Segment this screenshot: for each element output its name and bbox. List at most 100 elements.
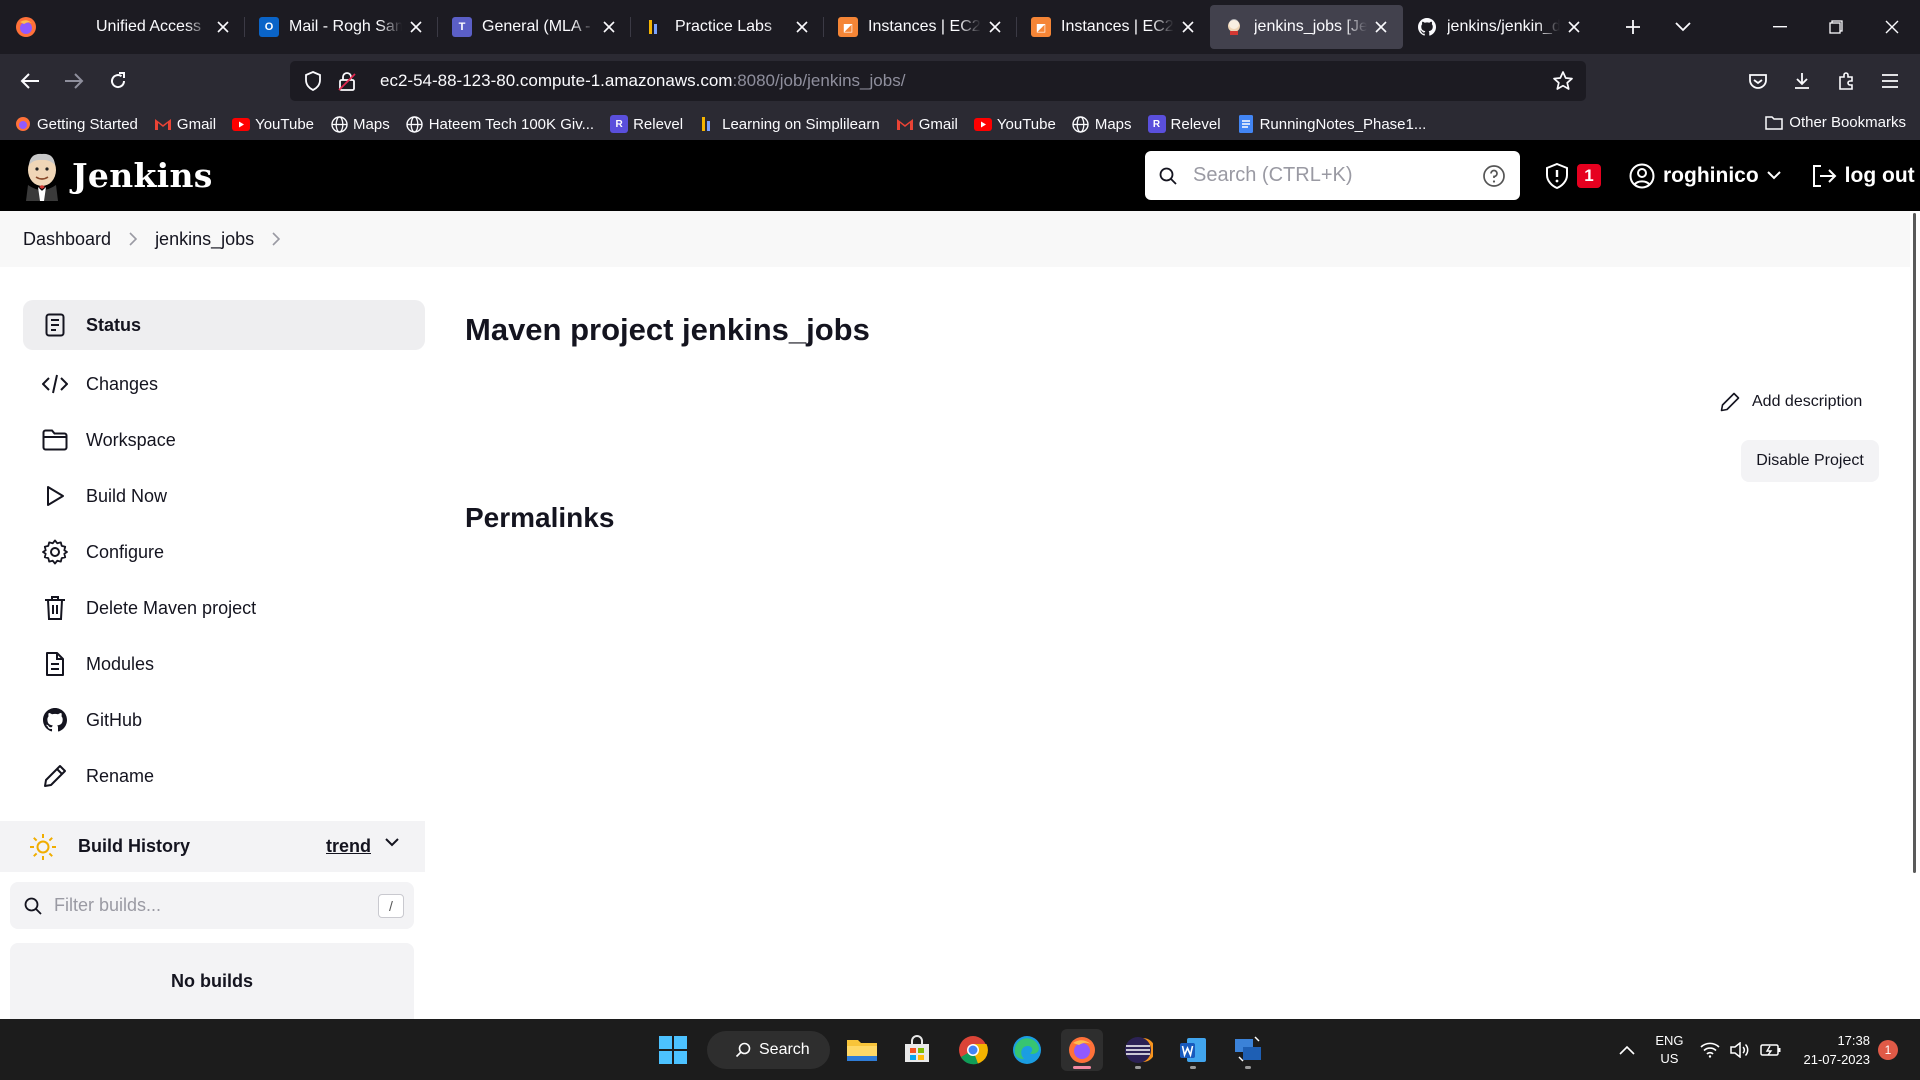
close-tab-icon[interactable] <box>1564 17 1584 37</box>
remote-desktop-icon[interactable] <box>1227 1029 1269 1071</box>
filter-builds-input[interactable] <box>54 895 414 916</box>
security-count-badge: 1 <box>1577 163 1601 188</box>
globe-icon <box>1072 115 1090 133</box>
restore-window-icon[interactable] <box>1808 0 1864 54</box>
close-tab-icon[interactable] <box>213 17 233 37</box>
bookmark-item[interactable]: R Relevel <box>1147 115 1221 133</box>
browser-tab[interactable]: ◩ Instances | EC2 Ma <box>824 5 1017 49</box>
url-path: :8080/job/jenkins_jobs/ <box>732 71 906 90</box>
downloads-icon[interactable] <box>1780 61 1824 101</box>
task-modules[interactable]: Modules <box>23 636 425 692</box>
insecure-lock-icon[interactable] <box>330 71 364 91</box>
windows-start-icon[interactable] <box>652 1029 694 1071</box>
wifi-icon[interactable] <box>1699 1042 1720 1058</box>
battery-charging-icon[interactable] <box>1759 1042 1782 1058</box>
other-bookmarks[interactable]: Other Bookmarks <box>1765 114 1906 131</box>
bookmark-item[interactable]: Learning on Simplilearn <box>699 115 880 133</box>
bookmark-item[interactable]: Gmail <box>896 115 958 133</box>
bookmark-item[interactable]: Hateem Tech 100K Giv... <box>406 115 594 133</box>
shield-alert-icon <box>1545 162 1569 189</box>
task-workspace[interactable]: Workspace <box>23 412 425 468</box>
browser-tab[interactable]: Practice Labs <box>631 5 824 49</box>
close-tab-icon[interactable] <box>792 17 812 37</box>
search-input[interactable] <box>1193 164 1482 187</box>
breadcrumb-dashboard[interactable]: Dashboard <box>23 229 111 250</box>
jenkins-search-box[interactable] <box>1145 151 1520 200</box>
relevel-icon: R <box>610 115 629 133</box>
url-bar[interactable]: ec2-54-88-123-80.compute-1.amazonaws.com… <box>290 61 1586 101</box>
breadcrumb-job[interactable]: jenkins_jobs <box>155 229 254 250</box>
list-tabs-chevron-icon[interactable] <box>1658 5 1708 49</box>
task-delete-project[interactable]: Delete Maven project <box>23 580 425 636</box>
logout-link[interactable]: log out <box>1811 164 1915 188</box>
bookmark-item[interactable]: Maps <box>1072 115 1132 133</box>
chevron-down-icon[interactable] <box>385 838 399 847</box>
build-filter-box[interactable]: / <box>10 882 414 929</box>
build-history-title: Build History <box>78 836 191 856</box>
close-tab-icon[interactable] <box>1371 17 1391 37</box>
reload-icon[interactable] <box>96 61 140 101</box>
close-tab-icon[interactable] <box>406 17 426 37</box>
bookmark-item[interactable]: R Relevel <box>610 115 683 133</box>
task-configure[interactable]: Configure <box>23 524 425 580</box>
bookmark-item[interactable]: Getting Started <box>14 115 138 133</box>
close-window-icon[interactable] <box>1864 0 1920 54</box>
hamburger-menu-icon[interactable] <box>1868 61 1912 101</box>
task-changes[interactable]: Changes <box>23 356 425 412</box>
notification-count-badge[interactable]: 1 <box>1878 1039 1898 1060</box>
help-question-icon[interactable] <box>1482 164 1506 188</box>
bookmark-item[interactable]: Maps <box>330 115 390 133</box>
security-monitor-button[interactable]: 1 <box>1545 162 1601 189</box>
minimize-window-icon[interactable] <box>1752 0 1808 54</box>
tracking-protection-shield-icon[interactable] <box>296 71 330 91</box>
disable-project-button[interactable]: Disable Project <box>1741 440 1879 482</box>
close-tab-icon[interactable] <box>985 17 1005 37</box>
microsoft-store-icon[interactable] <box>896 1029 938 1071</box>
clock[interactable]: 17:38 21-07-2023 <box>1804 1031 1871 1069</box>
browser-tab[interactable]: T General (MLA - Ph <box>438 5 631 49</box>
task-rename[interactable]: Rename <box>23 748 425 804</box>
firefox-taskbar-icon[interactable] <box>1061 1029 1103 1071</box>
back-arrow-icon[interactable] <box>8 61 52 101</box>
extensions-puzzle-icon[interactable] <box>1824 61 1868 101</box>
word-icon[interactable] <box>1172 1029 1214 1071</box>
bookmark-item[interactable]: YouTube <box>232 115 314 133</box>
language-indicator[interactable]: ENG US <box>1655 1032 1683 1068</box>
new-tab-plus-icon[interactable] <box>1608 5 1658 49</box>
page-scrollbar-thumb[interactable] <box>1913 213 1916 873</box>
chevron-right-icon[interactable] <box>272 232 281 246</box>
pocket-icon[interactable] <box>1736 61 1780 101</box>
volume-icon[interactable] <box>1729 1041 1750 1058</box>
add-description-link[interactable]: Add description <box>1720 392 1862 412</box>
task-status[interactable]: Status <box>23 300 425 350</box>
username: roghinico <box>1663 163 1759 187</box>
close-tab-icon[interactable] <box>599 17 619 37</box>
bookmark-star-icon[interactable] <box>1552 70 1574 92</box>
edge-icon[interactable] <box>1006 1029 1048 1071</box>
browser-tab-active[interactable]: jenkins_jobs [Jenki <box>1210 5 1403 49</box>
user-menu[interactable]: roghinico <box>1629 163 1781 189</box>
task-label: Changes <box>86 373 159 394</box>
taskbar-search[interactable]: Search <box>707 1031 830 1069</box>
bookmark-item[interactable]: RunningNotes_Phase1... <box>1237 115 1426 133</box>
google-docs-icon <box>1237 115 1255 133</box>
task-label: GitHub <box>86 709 143 730</box>
chrome-icon[interactable] <box>952 1029 994 1071</box>
chevron-up-icon[interactable] <box>1619 1045 1635 1055</box>
browser-tab[interactable]: jenkins/jenkin_dem <box>1403 5 1596 49</box>
eclipse-icon[interactable] <box>1117 1029 1159 1071</box>
bookmark-item[interactable]: YouTube <box>973 115 1056 133</box>
browser-tab[interactable]: Unified Access <box>52 5 245 49</box>
bookmark-item[interactable]: Gmail <box>154 115 216 133</box>
tab-title: Instances | EC2 Ma <box>1061 18 1174 35</box>
file-explorer-icon[interactable] <box>841 1029 883 1071</box>
browser-tab[interactable]: ◩ Instances | EC2 Ma <box>1017 5 1210 49</box>
browser-tab[interactable]: O Mail - Rogh Samir <box>245 5 438 49</box>
task-github[interactable]: GitHub <box>23 692 425 748</box>
jenkins-home-link[interactable]: Jenkins <box>22 151 213 201</box>
build-history-trend-link[interactable]: trend <box>326 836 371 857</box>
close-tab-icon[interactable] <box>1178 17 1198 37</box>
firefox-menu-icon[interactable] <box>0 0 52 54</box>
task-build-now[interactable]: Build Now <box>23 468 425 524</box>
forward-arrow-icon[interactable] <box>52 61 96 101</box>
